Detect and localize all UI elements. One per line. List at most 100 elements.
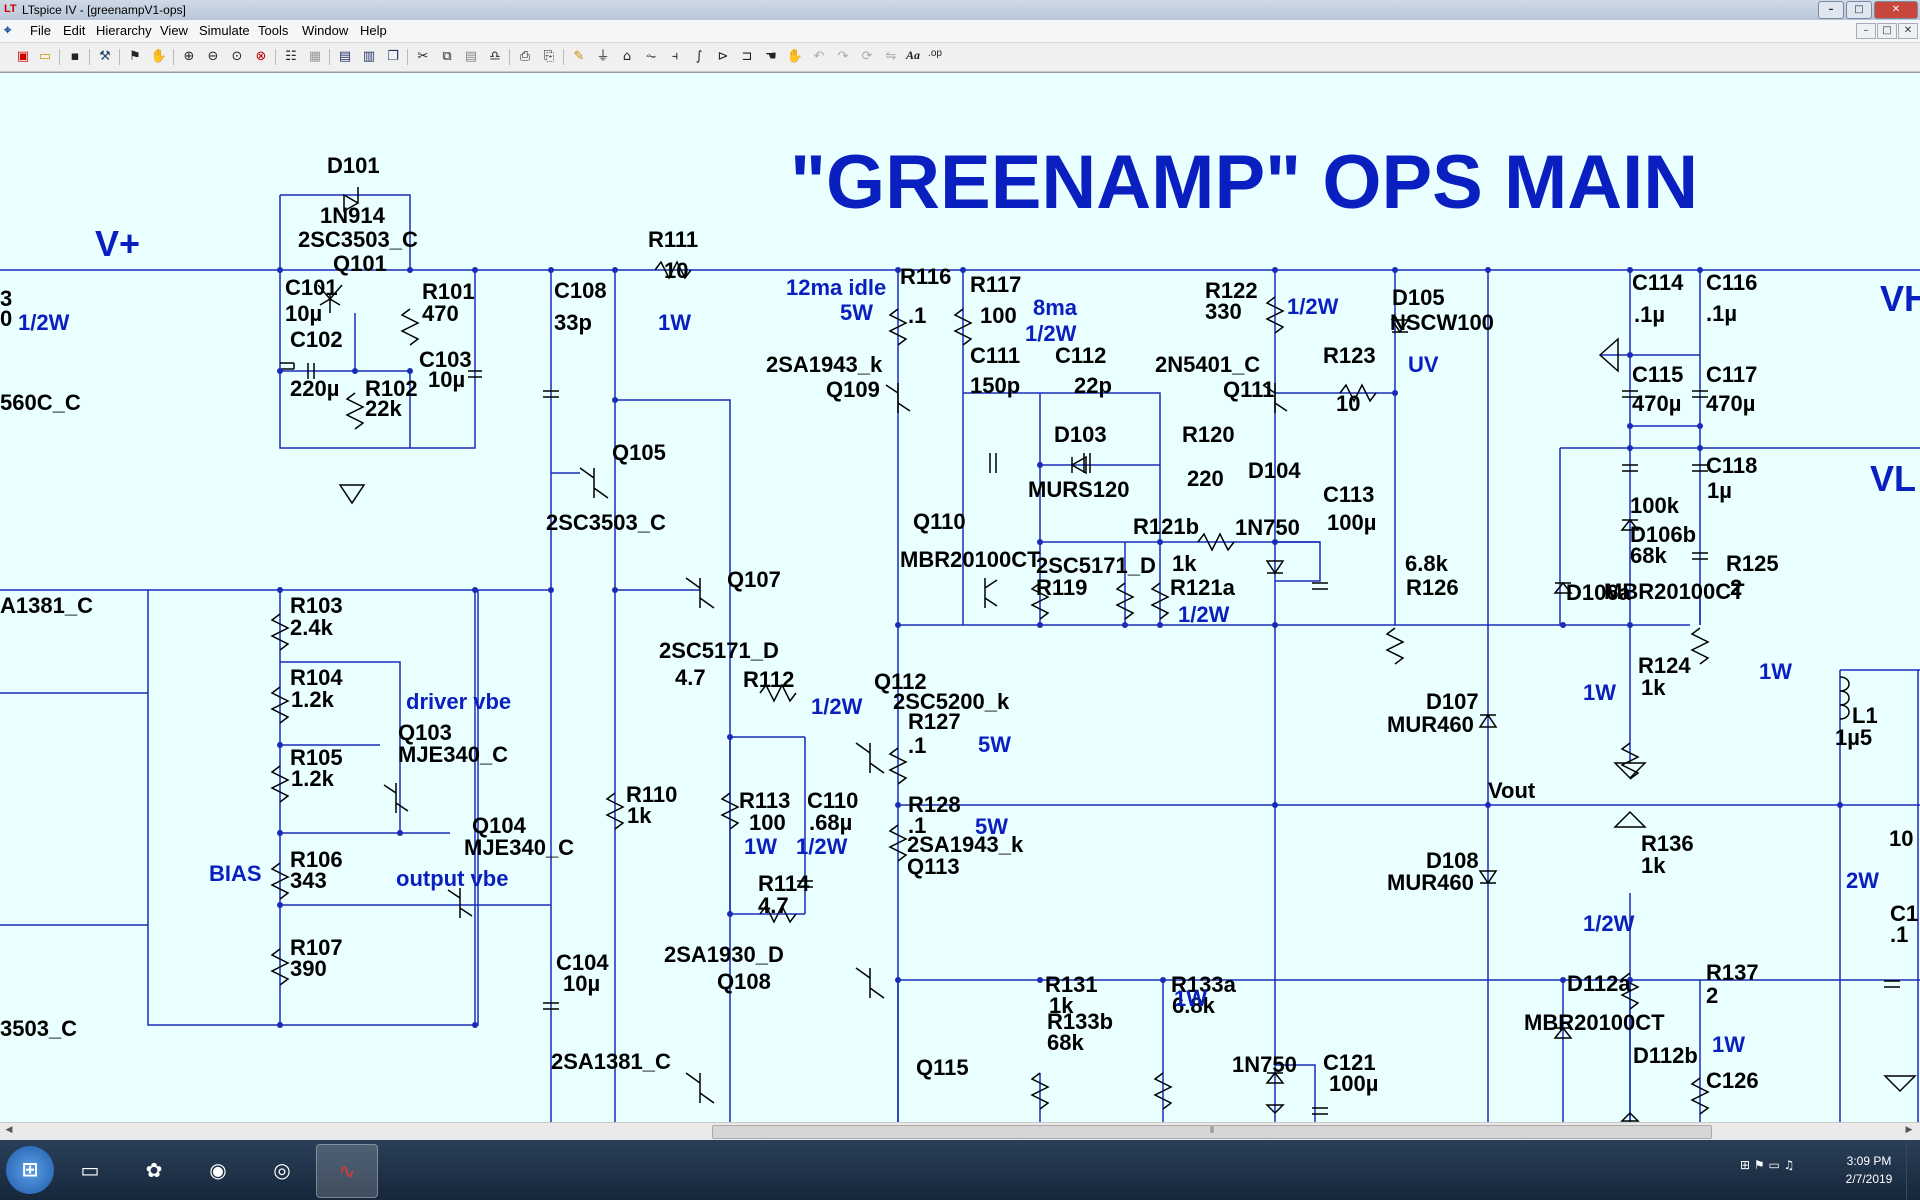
component-label[interactable]: C112 xyxy=(1055,343,1106,368)
component-label[interactable]: Q101 xyxy=(333,251,387,276)
new-schematic-icon[interactable]: ▣ xyxy=(14,48,32,66)
component-label[interactable]: A1381_C xyxy=(0,593,93,618)
clock[interactable]: 3:09 PM 2/7/2019 xyxy=(1834,1152,1904,1188)
scroll-thumb[interactable]: ⦀ xyxy=(712,1125,1712,1139)
firefox-icon[interactable]: ◉ xyxy=(188,1144,248,1196)
component-label[interactable]: C113 xyxy=(1323,482,1374,507)
file-explorer-icon[interactable]: ▭ xyxy=(60,1144,120,1196)
scroll-right-arrow-icon[interactable]: ▶ xyxy=(1902,1125,1916,1137)
component-label[interactable]: 68k xyxy=(1630,543,1667,568)
component-label[interactable]: R127 xyxy=(908,709,961,734)
inductor-icon[interactable]: ∫ xyxy=(690,48,708,66)
component-label[interactable]: Q107 xyxy=(727,567,781,592)
component-label[interactable]: Q109 xyxy=(826,377,880,402)
annotation-note[interactable]: 1W xyxy=(1583,680,1616,705)
zoom-cancel-icon[interactable]: ⊗ xyxy=(252,48,270,66)
component-label[interactable]: 470µ xyxy=(1706,391,1755,416)
annotation-note[interactable]: 1W xyxy=(1174,986,1207,1011)
zoom-in-icon[interactable]: ⊕ xyxy=(180,48,198,66)
paint-icon[interactable]: ✿ xyxy=(124,1144,184,1196)
component-label[interactable]: MJE340_C xyxy=(398,742,508,767)
autorange-icon[interactable]: ☷ xyxy=(282,48,300,66)
chrome-icon[interactable]: ◎ xyxy=(252,1144,312,1196)
component-label[interactable]: 100µ xyxy=(1329,1071,1378,1096)
annotation-note[interactable]: 5W xyxy=(978,732,1011,757)
menu-simulate[interactable]: Simulate xyxy=(199,23,250,38)
menu-hierarchy[interactable]: Hierarchy xyxy=(96,23,152,38)
component-label[interactable]: 6.8k xyxy=(1405,551,1449,576)
copy-icon[interactable]: ⧉ xyxy=(438,48,456,66)
menu-edit[interactable]: Edit xyxy=(63,23,85,38)
annotation-note[interactable]: 2W xyxy=(1846,868,1879,893)
annotation-note[interactable]: 1W xyxy=(658,310,691,335)
component-label[interactable]: 1µ xyxy=(1707,478,1732,503)
schematic-drawing[interactable]: "GREENAMP" OPS MAIN V+ VH VL Vout D101 1N… xyxy=(0,73,1920,1122)
undo-icon[interactable]: ↶ xyxy=(810,48,828,66)
component-label[interactable]: 0 xyxy=(0,306,12,331)
component-label[interactable]: C116 xyxy=(1706,270,1757,295)
label-net-icon[interactable]: ⌂ xyxy=(618,48,636,66)
component-label[interactable]: 1N914 xyxy=(320,203,386,228)
component-label[interactable]: C117 xyxy=(1706,362,1757,387)
run-icon[interactable]: ⚑ xyxy=(126,48,144,66)
annotation-note[interactable]: BIAS xyxy=(209,861,262,886)
component-label[interactable]: 2SC3503_C xyxy=(298,227,418,252)
annotation-note[interactable]: 1/2W xyxy=(796,834,848,859)
component-label[interactable]: 560C_C xyxy=(0,390,81,415)
draw-wire-icon[interactable]: ✎ xyxy=(570,48,588,66)
component-label[interactable]: 1k xyxy=(1172,551,1197,576)
minimize-button[interactable]: – xyxy=(1818,1,1844,19)
component-label[interactable]: R126 xyxy=(1406,575,1459,600)
component-label[interactable]: 1µ5 xyxy=(1835,725,1872,750)
component-label[interactable]: Q105 xyxy=(612,440,666,465)
component-label[interactable]: 22p xyxy=(1074,373,1112,398)
component-label[interactable]: 10 xyxy=(1889,826,1913,851)
component-label[interactable]: MURS120 xyxy=(1028,477,1129,502)
component-label[interactable]: 390 xyxy=(290,956,327,981)
component-label[interactable]: Q108 xyxy=(717,969,771,994)
annotation-note[interactable]: 5W xyxy=(975,814,1008,839)
schematic-canvas[interactable]: "GREENAMP" OPS MAIN V+ VH VL Vout D101 1N… xyxy=(0,72,1920,1122)
save-icon[interactable]: ▪ xyxy=(66,48,84,66)
control-panel-icon[interactable]: ⚒ xyxy=(96,48,114,66)
component-label[interactable]: 10µ xyxy=(428,367,465,392)
menu-tools[interactable]: Tools xyxy=(258,23,288,38)
component-label[interactable]: 33p xyxy=(554,310,592,335)
mdi-minimize-button[interactable]: – xyxy=(1856,23,1876,39)
component-label[interactable]: 150p xyxy=(970,373,1020,398)
tile-vertical-icon[interactable]: ▥ xyxy=(360,48,378,66)
component-label[interactable]: 100 xyxy=(980,303,1017,328)
component-label[interactable]: C108 xyxy=(554,278,607,303)
component-label[interactable]: .68µ xyxy=(809,810,852,835)
annotation-note[interactable]: 1W xyxy=(1712,1032,1745,1057)
component-label[interactable]: .1 xyxy=(908,303,926,328)
component-label[interactable]: 220µ xyxy=(290,376,339,401)
resistor-icon[interactable]: ⏦ xyxy=(642,48,660,66)
component-label[interactable]: D101 xyxy=(327,153,380,178)
component-label[interactable]: 10µ xyxy=(563,971,600,996)
component-label[interactable]: MUR460 xyxy=(1387,870,1474,895)
component-label[interactable]: 2N5401_C xyxy=(1155,352,1260,377)
mdi-restore-button[interactable]: □ xyxy=(1877,23,1897,39)
annotation-note[interactable]: UV xyxy=(1408,352,1439,377)
component-label[interactable]: 470 xyxy=(422,301,459,326)
component-label[interactable]: D103 xyxy=(1054,422,1107,447)
component-label[interactable]: 10µ xyxy=(285,301,322,326)
grid-icon[interactable]: ▦ xyxy=(306,48,324,66)
component-label[interactable]: 2SA1381_C xyxy=(551,1049,671,1074)
annotation-note[interactable]: 1W xyxy=(1759,659,1792,684)
component-label[interactable]: .1µ xyxy=(1706,301,1737,326)
tile-horizontal-icon[interactable]: ▤ xyxy=(336,48,354,66)
component-label[interactable]: 3503_C xyxy=(0,1016,77,1041)
component-label[interactable]: 1N750 xyxy=(1232,1052,1297,1077)
component-label[interactable]: D105 xyxy=(1392,285,1445,310)
schematic-title[interactable]: "GREENAMP" OPS MAIN xyxy=(790,140,1698,225)
net-label-vl[interactable]: VL xyxy=(1870,458,1916,499)
component-label[interactable]: R119 xyxy=(1036,575,1087,600)
component-label[interactable]: MUR460 xyxy=(1387,712,1474,737)
annotation-note[interactable]: 1/2W xyxy=(1583,911,1635,936)
annotation-note[interactable]: 5W xyxy=(840,300,873,325)
component-label[interactable]: 220 xyxy=(1187,466,1224,491)
move-icon[interactable]: ☚ xyxy=(762,48,780,66)
component-label[interactable]: .1µ xyxy=(1634,302,1665,327)
